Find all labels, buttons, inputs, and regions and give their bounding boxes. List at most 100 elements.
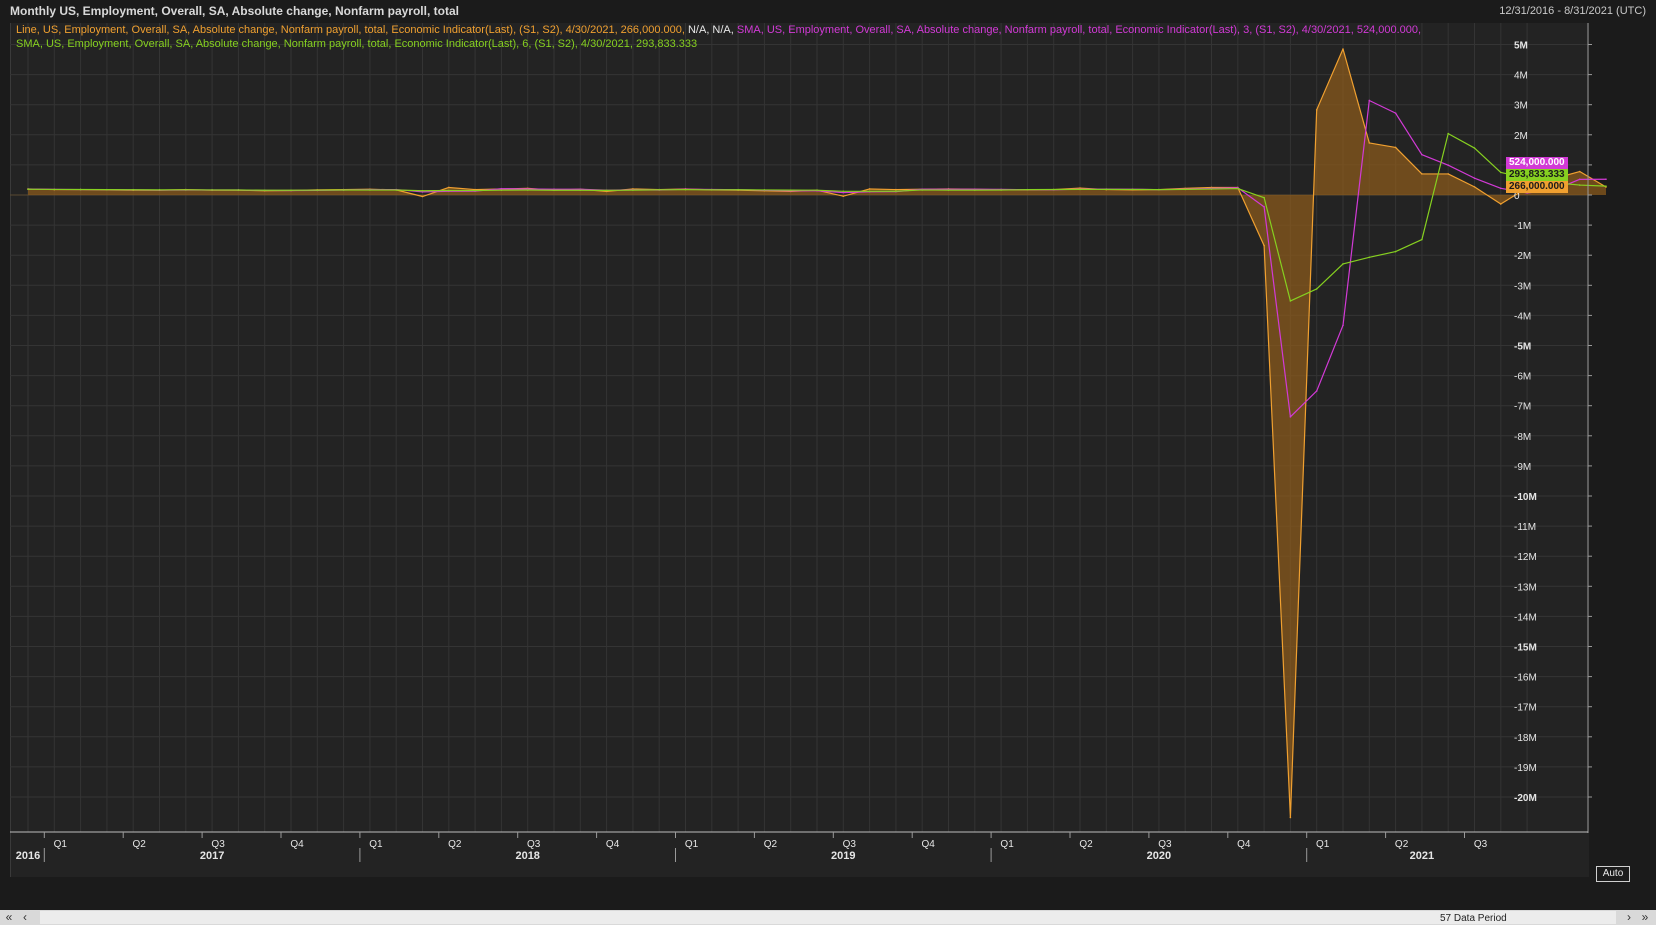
line-series-point xyxy=(421,195,424,198)
sma6-series-point xyxy=(474,189,476,192)
sma6-series-point xyxy=(684,188,687,191)
line-series-point xyxy=(1315,109,1318,111)
x-tick-label: Q3 xyxy=(1474,839,1488,850)
sma6-series-point xyxy=(632,189,634,191)
scroll-prev-button[interactable]: ‹ xyxy=(18,910,32,925)
y-tick-label: -2M xyxy=(1514,251,1531,262)
sma6-series-point xyxy=(1500,171,1502,174)
sma3-series-point xyxy=(1289,416,1292,418)
sma6-series-point xyxy=(395,189,398,191)
y-tick-label: -14M xyxy=(1514,612,1537,623)
y-axis: 5M4M3M2M1M0-1M-2M-3M-4M-5M-6M-7M-8M-9M-1… xyxy=(1514,23,1592,833)
sma6-series-point xyxy=(1184,188,1186,191)
scroll-next-button[interactable]: › xyxy=(1622,910,1636,925)
scroll-last-button[interactable]: » xyxy=(1638,910,1652,925)
sma6-series-point xyxy=(1368,256,1371,259)
line-series-point xyxy=(868,188,871,190)
auto-scale-button[interactable]: Auto xyxy=(1596,866,1630,882)
y-tick-label: -13M xyxy=(1514,582,1537,593)
sma6-series-point xyxy=(1289,300,1292,302)
sma6-series-point xyxy=(974,189,976,191)
year-label: 2020 xyxy=(1147,850,1171,862)
sma6-series-point xyxy=(947,189,950,191)
scroll-first-button[interactable]: « xyxy=(2,910,16,925)
x-tick-label: Q2 xyxy=(1079,839,1093,850)
y-tick-label: -10M xyxy=(1514,492,1537,503)
sma6-series-point xyxy=(1079,188,1081,191)
sma6-series-point xyxy=(1447,132,1449,135)
x-tick-label: Q1 xyxy=(369,839,383,850)
sma6-series-point xyxy=(1605,185,1607,187)
data-period-label: 57 Data Period xyxy=(1440,913,1507,924)
line-series-point xyxy=(1263,244,1265,247)
line-series-point xyxy=(1421,173,1423,175)
y-tick-label: -7M xyxy=(1514,402,1531,413)
line-series-point xyxy=(895,188,897,191)
line-series-point xyxy=(1289,816,1292,819)
chart-svg[interactable]: 5M4M3M2M1M0-1M-2M-3M-4M-5M-6M-7M-8M-9M-1… xyxy=(0,0,1656,925)
sma3-value-badge: 524,000.000 xyxy=(1506,157,1568,169)
sma6-series-point xyxy=(868,190,871,193)
sma6-series-point xyxy=(737,188,739,191)
line-series-point xyxy=(1394,146,1397,149)
sma6-series-point xyxy=(842,190,845,193)
x-tick-label: Q1 xyxy=(1000,839,1014,850)
sma6-series-point xyxy=(211,189,213,191)
sma3-series-point xyxy=(1605,178,1607,181)
year-label: 2018 xyxy=(515,850,539,862)
y-tick-label: 2M xyxy=(1514,131,1528,142)
sma6-series-point xyxy=(1315,288,1318,290)
sma3-series-point xyxy=(1447,164,1449,167)
sma6-series-point xyxy=(369,189,371,191)
y-tick-label: -1M xyxy=(1514,221,1531,232)
sma6-series-point xyxy=(763,189,766,191)
legend-sma6-series[interactable]: SMA, US, Employment, Overall, SA, Absolu… xyxy=(16,38,697,50)
sma6-series-point xyxy=(237,189,240,191)
sma6-series-point xyxy=(1263,196,1265,199)
y-tick-label: -12M xyxy=(1514,552,1537,563)
sma6-series-point xyxy=(816,189,818,191)
x-tick-label: Q3 xyxy=(1158,839,1172,850)
sma6-series-point xyxy=(1421,238,1423,241)
legend-line-2: SMA, US, Employment, Overall, SA, Absolu… xyxy=(16,38,697,50)
legend-line-1: Line, US, Employment, Overall, SA, Absol… xyxy=(16,24,1421,36)
sma6-series-point xyxy=(526,189,529,191)
sma3-series-point xyxy=(1473,177,1476,179)
sma6-series-point xyxy=(1210,188,1213,190)
sma6-series-point xyxy=(1473,147,1476,149)
scroll-track[interactable]: 57 Data Period xyxy=(40,911,1616,924)
sma6-series-point xyxy=(921,189,923,191)
x-tick-label: Q2 xyxy=(133,839,147,850)
y-tick-label: -4M xyxy=(1514,311,1531,322)
line-value-badge: 266,000.000 xyxy=(1506,181,1568,193)
x-tick-label: Q3 xyxy=(527,839,541,850)
x-tick-label: Q3 xyxy=(211,839,225,850)
year-label: 2021 xyxy=(1410,850,1434,862)
sma6-series-point xyxy=(1158,188,1160,191)
sma6-series-point xyxy=(342,189,345,191)
sma3-series-point xyxy=(1394,112,1397,114)
y-tick-label: -20M xyxy=(1514,793,1537,804)
legend-sma3-series[interactable]: SMA, US, Employment, Overall, SA, Absolu… xyxy=(734,24,1421,36)
x-tick-label: Q1 xyxy=(54,839,68,850)
sma3-series-point xyxy=(1315,390,1318,392)
y-tick-label: -19M xyxy=(1514,763,1537,774)
scrollbar[interactable]: « ‹ 57 Data Period › » xyxy=(0,910,1656,925)
sma6-series-point xyxy=(132,188,134,191)
x-tick-label: Q3 xyxy=(843,839,857,850)
line-series-point xyxy=(448,186,450,189)
y-tick-label: 4M xyxy=(1514,71,1528,82)
x-tick-label: Q4 xyxy=(606,839,620,850)
sma6-series-point xyxy=(448,189,450,192)
line-series-point xyxy=(1368,142,1371,144)
legend-line-series[interactable]: Line, US, Employment, Overall, SA, Absol… xyxy=(16,24,685,36)
sma6-series-point xyxy=(711,188,713,191)
sma6-series-point xyxy=(1394,250,1397,253)
x-tick-label: Q2 xyxy=(1395,839,1409,850)
x-tick-label: Q2 xyxy=(448,839,462,850)
y-tick-label: -6M xyxy=(1514,372,1531,383)
sma6-series-point xyxy=(605,189,608,192)
y-tick-label: -5M xyxy=(1514,342,1531,353)
sma3-series-point xyxy=(1421,153,1423,156)
year-label: 2016 xyxy=(16,850,40,862)
